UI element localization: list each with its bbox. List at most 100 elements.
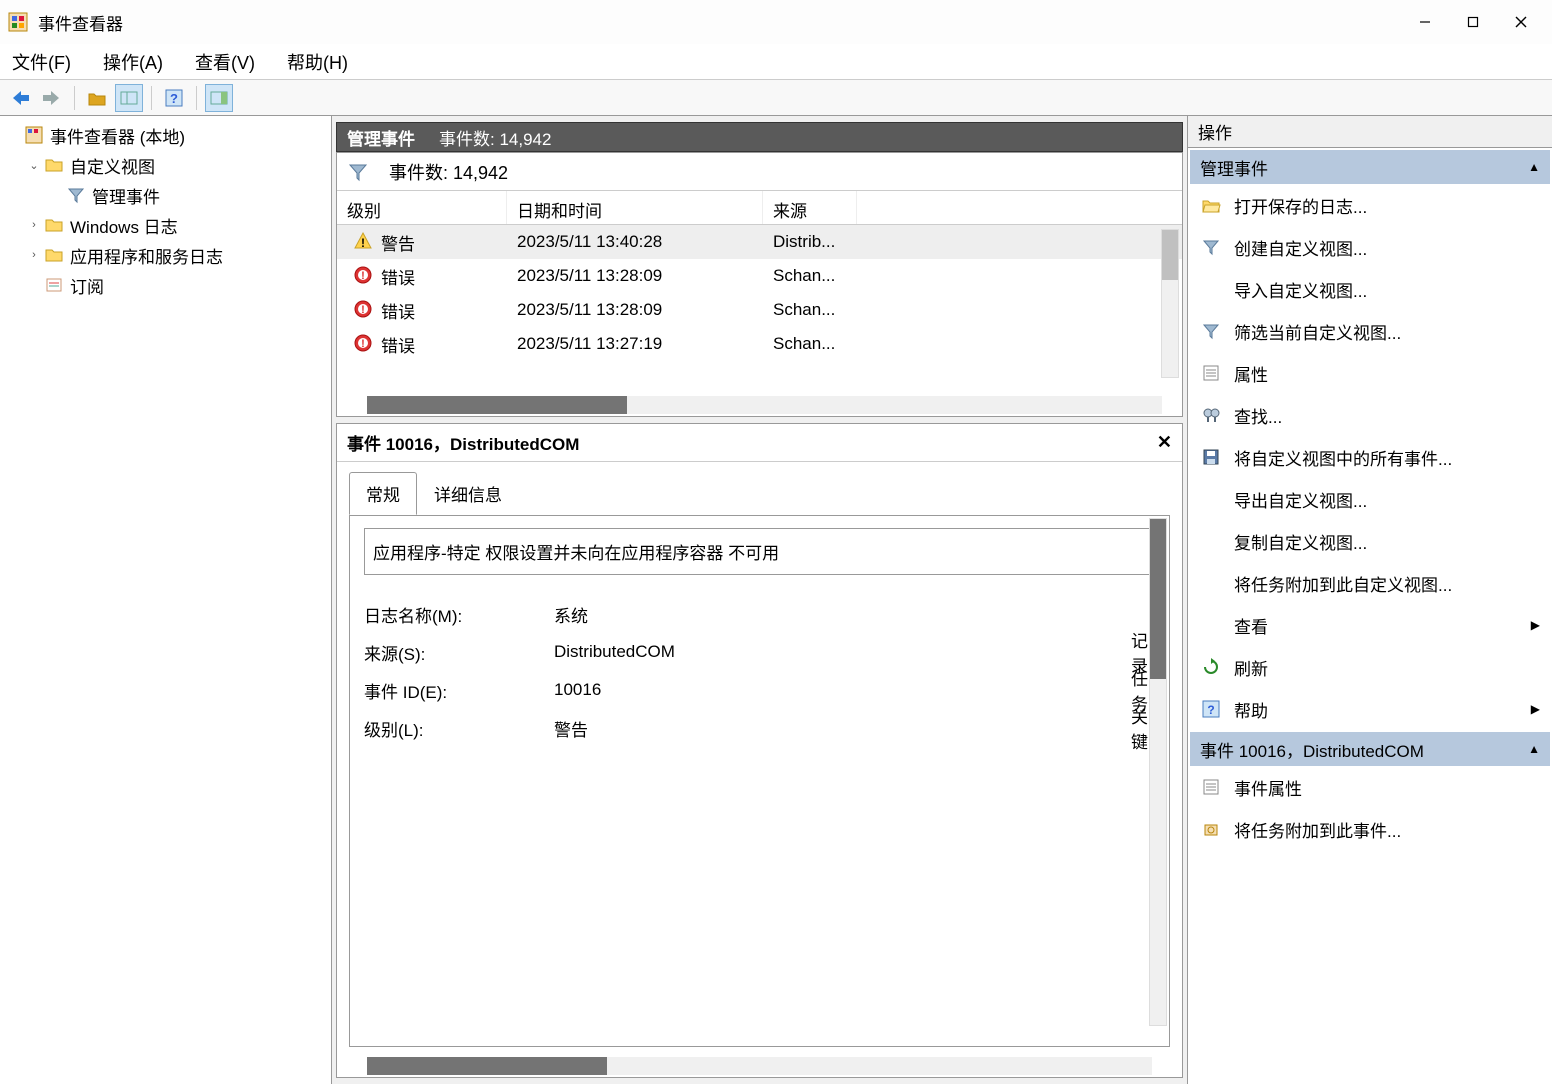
prop-value: 警告 [554,716,784,741]
svg-text:!: ! [361,338,365,350]
find-icon [1200,404,1222,426]
menu-help[interactable]: 帮助(H) [283,47,352,77]
close-button[interactable] [1498,6,1544,38]
filter-row: 事件数: 14,942 [337,153,1182,191]
back-button[interactable] [6,84,34,112]
row-date: 2023/5/11 13:28:09 [507,300,763,320]
prop-eventid: 事件 ID(E): 10016 任务 [364,671,1155,709]
horizontal-scrollbar[interactable] [367,396,1162,414]
event-row[interactable]: !错误2023/5/11 13:28:09Schan... [337,259,1182,293]
center-panel: 管理事件 事件数: 14,942 事件数: 14,942 级别 日期和时间 来源… [332,116,1187,1084]
action-label: 刷新 [1234,655,1268,680]
actions-list-1: 打开保存的日志... 创建自定义视图...导入自定义视图...筛选当前自定义视图.… [1188,184,1552,730]
action-item[interactable]: 刷新 [1190,646,1550,688]
actions-section-2[interactable]: 事件 10016，DistributedCOM ▲ [1190,732,1550,766]
console-tree-icon[interactable] [115,84,143,112]
main-layout: 事件查看器 (本地) ⌄ 自定义视图 管理事件 › Windows 日志 › 应… [0,116,1552,1084]
separator [74,86,75,110]
column-headers: 级别 日期和时间 来源 [337,191,1182,225]
listview: 级别 日期和时间 来源 !警告2023/5/11 13:40:28Distrib… [337,191,1182,396]
blank [48,187,64,203]
tree-label: Windows 日志 [70,213,178,238]
filter-icon [1200,320,1222,342]
event-viewer-icon [24,125,44,145]
prop-label: 日志名称(M): [364,602,554,627]
action-item[interactable]: 导出自定义视图... [1190,478,1550,520]
event-row[interactable]: !警告2023/5/11 13:40:28Distrib... [337,225,1182,259]
prop-level: 级别(L): 警告 关键 [364,709,1155,747]
menu-action[interactable]: 操作(A) [99,47,167,77]
blank-icon [1200,614,1222,636]
col-source[interactable]: 来源 [763,191,857,224]
maximize-button[interactable] [1450,6,1496,38]
prop-label: 来源(S): [364,640,554,665]
show-action-pane-icon[interactable] [205,84,233,112]
action-label: 复制自定义视图... [1234,529,1367,554]
vertical-scrollbar[interactable] [1161,229,1179,378]
action-item[interactable]: 将自定义视图中的所有事件... [1190,436,1550,478]
action-item[interactable]: 将任务附加到此事件... [1190,808,1550,850]
action-item[interactable]: 查看▶ [1190,604,1550,646]
prop-logname: 日志名称(M): 系统 [364,595,1155,633]
action-item[interactable]: 复制自定义视图... [1190,520,1550,562]
event-rows: !警告2023/5/11 13:40:28Distrib...!错误2023/5… [337,225,1182,361]
action-item[interactable]: 创建自定义视图... [1190,226,1550,268]
minimize-button[interactable] [1402,6,1448,38]
row-source: Schan... [763,334,857,354]
actions-list-2: 事件属性将任务附加到此事件... [1188,766,1552,850]
col-date[interactable]: 日期和时间 [507,191,763,224]
detail-horizontal-scrollbar[interactable] [367,1057,1152,1075]
row-source: Schan... [763,266,857,286]
blank-icon [1200,572,1222,594]
tab-general[interactable]: 常规 [349,472,417,515]
close-detail-button[interactable]: ✕ [1157,432,1172,453]
filter-icon[interactable] [347,161,369,183]
filter-label: 事件数: 14,942 [389,159,508,185]
action-item[interactable]: 事件属性 [1190,766,1550,808]
tree-root[interactable]: 事件查看器 (本地) [0,120,331,150]
action-item[interactable]: 筛选当前自定义视图... [1190,310,1550,352]
help-icon[interactable]: ? [160,84,188,112]
expand-icon[interactable]: › [26,217,42,233]
tree-custom-views[interactable]: ⌄ 自定义视图 [0,150,331,180]
action-item[interactable]: 打开保存的日志... [1190,184,1550,226]
detail-vertical-scrollbar[interactable] [1149,518,1167,1026]
subscription-icon [44,275,64,295]
forward-button[interactable] [38,84,66,112]
tree-app-service-logs[interactable]: › 应用程序和服务日志 [0,240,331,270]
menu-file[interactable]: 文件(F) [8,47,75,77]
tree-subscriptions[interactable]: 订阅 [0,270,331,300]
folder-open-icon [1200,194,1222,216]
collapse-icon[interactable]: ⌄ [26,157,42,173]
action-item[interactable]: 导入自定义视图... [1190,268,1550,310]
action-item[interactable]: 将任务附加到此自定义视图... [1190,562,1550,604]
menu-view[interactable]: 查看(V) [191,47,259,77]
action-item[interactable]: 属性 [1190,352,1550,394]
window-title: 事件查看器 [38,10,123,35]
actions-section-1[interactable]: 管理事件 ▲ [1190,150,1550,184]
action-item[interactable]: ?帮助▶ [1190,688,1550,730]
svg-text:!: ! [361,270,365,282]
tree-admin-events[interactable]: 管理事件 [0,180,331,210]
action-label: 打开保存的日志... [1234,193,1367,218]
section-title: 管理事件 [1200,155,1268,180]
action-item[interactable]: 查找... [1190,394,1550,436]
help-icon: ? [1200,698,1222,720]
events-list-container: 管理事件 事件数: 14,942 事件数: 14,942 级别 日期和时间 来源… [336,122,1183,417]
tree-windows-logs[interactable]: › Windows 日志 [0,210,331,240]
tab-details[interactable]: 详细信息 [417,472,519,515]
col-level[interactable]: 级别 [337,191,507,224]
event-row[interactable]: !错误2023/5/11 13:27:19Schan... [337,327,1182,361]
expand-icon[interactable]: › [26,247,42,263]
folder-icon [44,245,64,265]
row-level: 错误 [381,264,415,289]
tree-label: 应用程序和服务日志 [70,243,223,268]
event-detail: 事件 10016，DistributedCOM ✕ 常规 详细信息 应用程序-特… [336,423,1183,1078]
event-row[interactable]: !错误2023/5/11 13:28:09Schan... [337,293,1182,327]
open-folder-icon[interactable] [83,84,111,112]
props-icon [1200,776,1222,798]
detail-header: 事件 10016，DistributedCOM ✕ [337,424,1182,462]
tree-panel: 事件查看器 (本地) ⌄ 自定义视图 管理事件 › Windows 日志 › 应… [0,116,332,1084]
svg-text:?: ? [1207,703,1214,717]
prop-label: 事件 ID(E): [364,678,554,703]
